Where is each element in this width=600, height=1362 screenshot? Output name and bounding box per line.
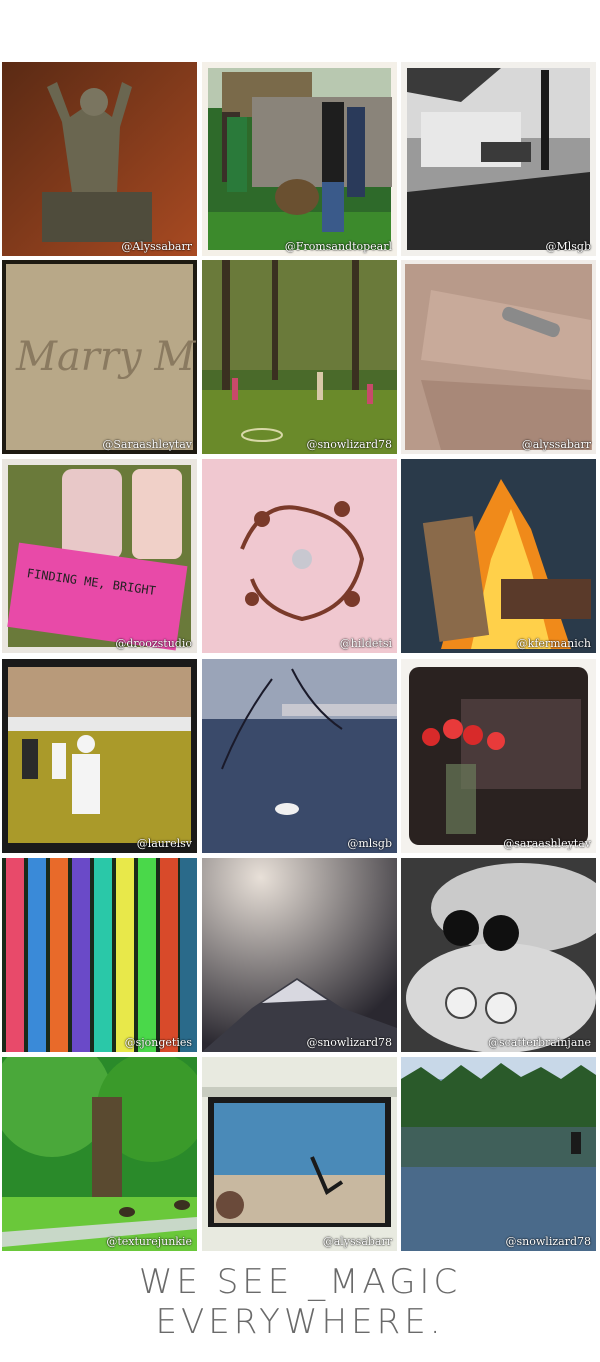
photo-handle[interactable]: @snowlizard78 [506,1235,591,1248]
photo-handle[interactable]: @Alyssabarr [121,240,192,253]
photo-image [401,260,596,454]
photo-image: Marry Me? [2,260,197,454]
photo-tile[interactable]: @scatterbrainjane [401,858,596,1052]
photo-image [2,62,197,256]
photo-tile[interactable]: @Alyssabarr [2,62,197,256]
photo-tile[interactable]: @texturejunkie [2,1057,197,1251]
photo-tile[interactable]: @saraashleytav [401,659,596,853]
photo-tile[interactable]: @snowlizard78 [202,260,397,454]
photo-image [202,1057,397,1251]
photo-image: FINDING ME, BRIGHT [2,459,197,653]
photo-tile[interactable]: @laurelsv [2,659,197,853]
photo-image [202,659,397,853]
photo-tile[interactable]: @sjongeties [2,858,197,1052]
photo-image [202,260,397,454]
photo-handle[interactable]: @scatterbrainjane [488,1036,591,1049]
photo-handle[interactable]: @laurelsv [137,837,192,850]
photo-image [401,659,596,853]
tagline: WE SEE _MAGIC EVERYWHERE. [138,1262,462,1342]
sand-text: Marry Me? [15,334,197,380]
photo-handle[interactable]: @droozstudio [115,637,192,650]
photo-image [202,858,397,1052]
photo-tile[interactable]: @snowlizard78 [401,1057,596,1251]
photo-image [2,659,197,853]
photo-image [2,858,197,1052]
photo-image [401,459,596,653]
photo-handle[interactable]: @Mlsgb [545,240,591,253]
photo-tile[interactable]: FINDING ME, BRIGHT @droozstudio [2,459,197,653]
photo-image [202,62,397,256]
photo-image [2,1057,197,1251]
photo-handle[interactable]: @snowlizard78 [307,1036,392,1049]
photo-handle[interactable]: @mlsgb [347,837,392,850]
photo-handle[interactable]: @kfermanich [517,637,591,650]
photo-tile[interactable]: @alyssabarr [202,1057,397,1251]
photo-handle[interactable]: @texturejunkie [106,1235,192,1248]
photo-handle[interactable]: @alyssabarr [323,1235,392,1248]
photo-handle[interactable]: @saraashleytav [503,837,591,850]
photo-tile[interactable]: @snowlizard78 [202,858,397,1052]
photo-tile[interactable]: @Mlsgb [401,62,596,256]
photo-tile[interactable]: @kfermanich [401,459,596,653]
photo-tile[interactable]: @alyssabarr [401,260,596,454]
photo-image [401,858,596,1052]
photo-handle[interactable]: @sjongeties [125,1036,192,1049]
photo-handle[interactable]: @Fromsandtopearl [285,240,392,253]
photo-tile[interactable]: Marry Me? @Saraashleytav [2,260,197,454]
photo-handle[interactable]: @snowlizard78 [307,438,392,451]
photo-tile[interactable]: @Fromsandtopearl [202,62,397,256]
photo-image [401,1057,596,1251]
photo-tile[interactable]: @mlsgb [202,659,397,853]
photo-handle[interactable]: @Saraashleytav [102,438,192,451]
photo-handle[interactable]: @hildetsi [340,637,392,650]
photo-tile[interactable]: @hildetsi [202,459,397,653]
photo-handle[interactable]: @alyssabarr [522,438,591,451]
photo-image [401,62,596,256]
photo-image [202,459,397,653]
